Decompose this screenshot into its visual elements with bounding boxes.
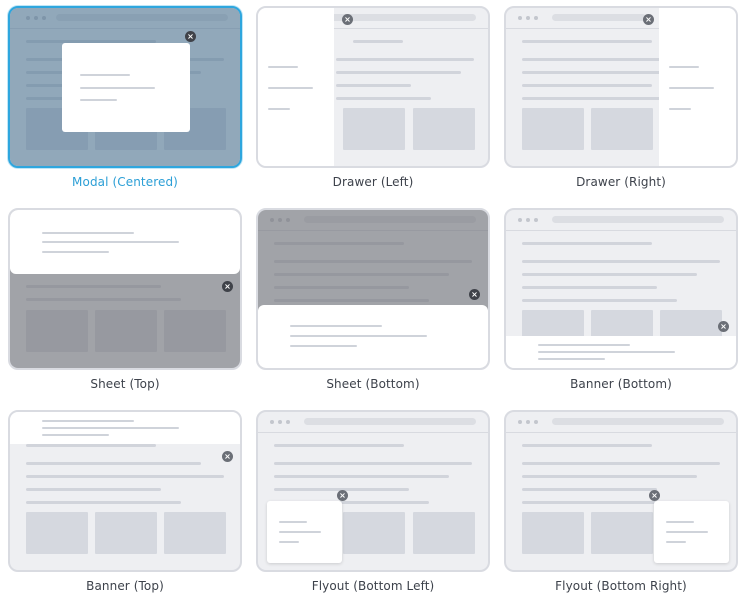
close-icon[interactable]: × — [342, 14, 353, 25]
drawer-panel — [258, 8, 334, 166]
option-label: Drawer (Right) — [576, 175, 666, 189]
banner-top-preview[interactable]: × — [8, 410, 242, 572]
close-icon[interactable]: × — [643, 14, 654, 25]
drawer-left-preview[interactable]: × — [256, 6, 490, 168]
close-icon[interactable]: × — [222, 281, 233, 292]
option-label: Flyout (Bottom Left) — [311, 579, 435, 593]
close-icon[interactable]: × — [337, 490, 348, 501]
option-sheet-top[interactable]: × Sheet (Top) — [8, 208, 242, 391]
close-icon[interactable]: × — [222, 451, 233, 462]
option-label: Sheet (Top) — [90, 377, 160, 391]
sheet-bottom-preview[interactable]: × — [256, 208, 490, 370]
flyout-bottom-left-preview[interactable]: × — [256, 410, 490, 572]
banner-panel — [10, 412, 240, 444]
close-icon[interactable]: × — [718, 321, 729, 332]
close-icon[interactable]: × — [649, 490, 660, 501]
option-sheet-bottom[interactable]: × Sheet (Bottom) — [256, 208, 490, 391]
option-label: Sheet (Bottom) — [326, 377, 420, 391]
sheet-panel — [258, 305, 488, 368]
option-label: Modal (Centered) — [72, 175, 178, 189]
flyout-panel — [267, 501, 342, 563]
flyout-panel — [654, 501, 729, 563]
option-drawer-right[interactable]: × Drawer (Right) — [504, 6, 738, 189]
close-icon[interactable]: × — [469, 289, 480, 300]
option-modal-centered[interactable]: × Modal (Centered) — [8, 6, 242, 189]
banner-bottom-preview[interactable]: × — [504, 208, 738, 370]
drawer-panel — [659, 8, 736, 166]
option-drawer-left[interactable]: × Drawer (Left) — [256, 6, 490, 189]
drawer-right-preview[interactable]: × — [504, 6, 738, 168]
flyout-bottom-right-preview[interactable]: × — [504, 410, 738, 572]
option-label: Banner (Top) — [86, 579, 164, 593]
banner-panel — [506, 336, 736, 368]
sheet-panel — [10, 210, 240, 274]
option-flyout-bottom-right[interactable]: × Flyout (Bottom Right) — [504, 410, 738, 593]
option-flyout-bottom-left[interactable]: × Flyout (Bottom Left) — [256, 410, 490, 593]
sheet-top-preview[interactable]: × — [8, 208, 242, 370]
option-label: Flyout (Bottom Right) — [555, 579, 687, 593]
option-banner-top[interactable]: × Banner (Top) — [8, 410, 242, 593]
option-label: Banner (Bottom) — [570, 377, 672, 391]
modal-panel — [62, 43, 190, 132]
close-icon[interactable]: × — [185, 31, 196, 42]
modal-centered-preview[interactable]: × — [8, 6, 242, 168]
option-banner-bottom[interactable]: × Banner (Bottom) — [504, 208, 738, 391]
option-label: Drawer (Left) — [332, 175, 414, 189]
